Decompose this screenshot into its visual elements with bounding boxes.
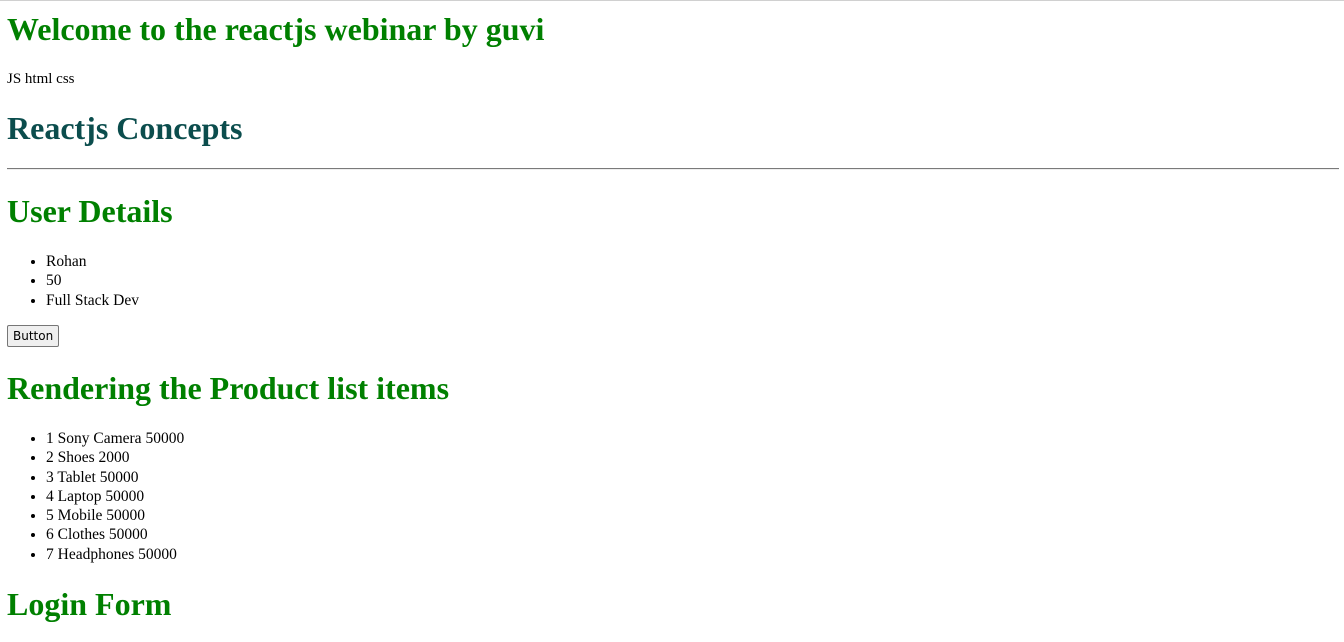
user-role-item: Full Stack Dev — [46, 291, 139, 310]
tech-line: JS html css — [7, 71, 75, 87]
product-list-item: 4 Laptop 50000 — [46, 487, 184, 506]
user-details-title: User Details — [7, 193, 173, 229]
product-list-item: 7 Headphones 50000 — [46, 545, 184, 564]
product-list-item: 6 Clothes 50000 — [46, 525, 184, 544]
horizontal-divider — [7, 168, 1339, 170]
product-list-item: 2 Shoes 2000 — [46, 448, 184, 467]
user-button[interactable]: Button — [7, 325, 60, 347]
user-name-item: Rohan — [46, 252, 139, 271]
concepts-title: Reactjs Concepts — [7, 110, 243, 146]
user-details-list: Rohan 50 Full Stack Dev — [7, 252, 139, 310]
product-list-title: Rendering the Product list items — [7, 370, 450, 406]
product-list-item: 1 Sony Camera 50000 — [46, 429, 184, 448]
welcome-title: Welcome to the reactjs webinar by guvi — [7, 11, 545, 47]
user-age-item: 50 — [46, 271, 139, 290]
product-list-item: 3 Tablet 50000 — [46, 468, 184, 487]
product-list: 1 Sony Camera 50000 2 Shoes 2000 3 Table… — [7, 429, 184, 564]
login-form-title: Login Form — [7, 586, 172, 622]
product-list-item: 5 Mobile 50000 — [46, 506, 184, 525]
window-top-border — [0, 0, 1344, 1]
